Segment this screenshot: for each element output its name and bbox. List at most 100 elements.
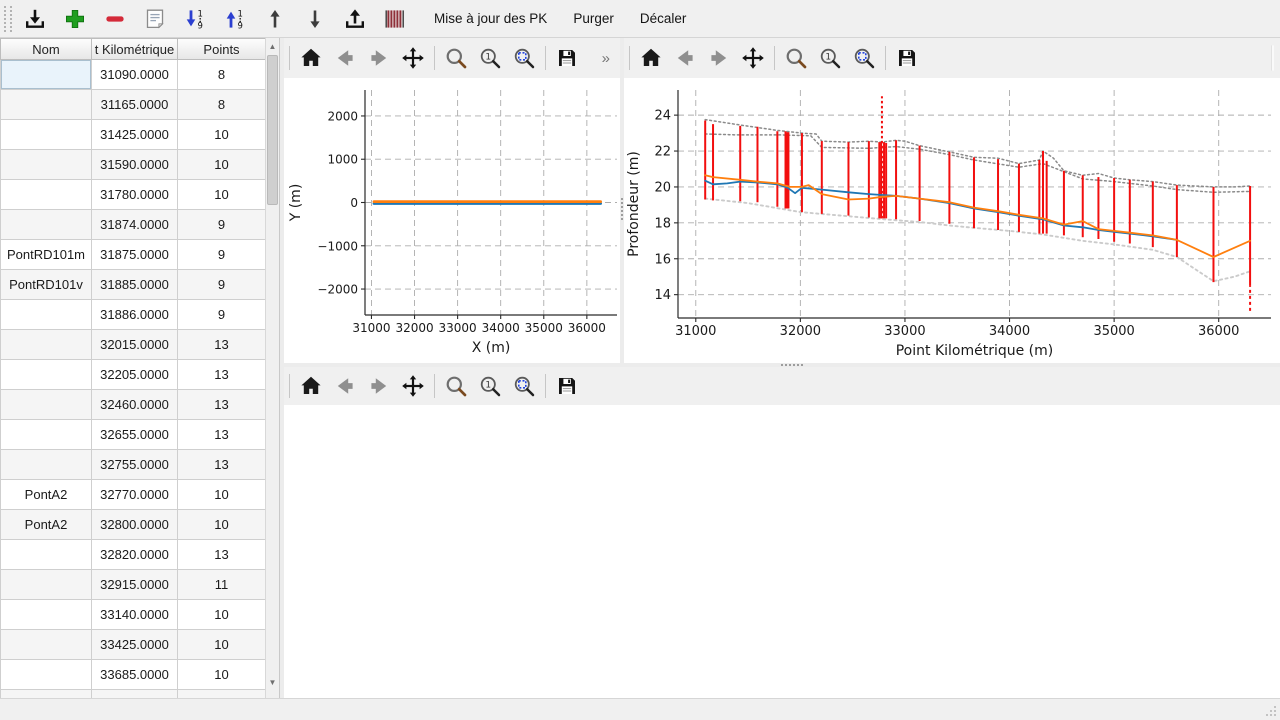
table-cell[interactable]: PontRD101v xyxy=(0,270,92,300)
column-header-nom[interactable]: Nom xyxy=(0,38,92,60)
table-cell[interactable]: 33140.0000 xyxy=(92,600,178,630)
save-button[interactable] xyxy=(891,42,923,74)
save-button[interactable] xyxy=(551,370,583,402)
pan-button[interactable] xyxy=(397,370,429,402)
remove-row-button[interactable] xyxy=(98,3,132,35)
save-button[interactable] xyxy=(551,42,583,74)
sort-ascending-button[interactable]: 19 xyxy=(178,3,212,35)
table-cell[interactable]: 10 xyxy=(178,630,266,660)
table-cell[interactable] xyxy=(0,660,92,690)
table-cell[interactable] xyxy=(0,180,92,210)
add-row-button[interactable] xyxy=(58,3,92,35)
table-cell[interactable]: 13 xyxy=(178,540,266,570)
table-cell[interactable]: 9 xyxy=(178,240,266,270)
table-cell[interactable]: 13 xyxy=(178,330,266,360)
table-cell[interactable]: 32770.0000 xyxy=(92,480,178,510)
table-cell[interactable]: 13 xyxy=(178,360,266,390)
table-cell[interactable]: 31780.0000 xyxy=(92,180,178,210)
update-pk-button[interactable]: Mise à jour des PK xyxy=(424,4,557,34)
table-cell[interactable] xyxy=(0,420,92,450)
table-cell[interactable]: 10 xyxy=(178,480,266,510)
forward-button[interactable] xyxy=(363,42,395,74)
table-cell[interactable]: 32915.0000 xyxy=(92,570,178,600)
table-cell[interactable]: 32015.0000 xyxy=(92,330,178,360)
zoom-region-button[interactable] xyxy=(848,42,880,74)
xy-plot-canvas[interactable]: 310003200033000340003500036000−2000−1000… xyxy=(284,78,620,363)
move-down-button[interactable] xyxy=(298,3,332,35)
column-header-point-kilometrique[interactable]: t Kilométrique xyxy=(92,38,178,60)
purge-button[interactable]: Purger xyxy=(563,4,624,34)
table-cell[interactable]: 33685.0000 xyxy=(92,660,178,690)
table-cell[interactable]: 31090.0000 xyxy=(92,60,178,90)
column-header-points[interactable]: Points xyxy=(178,38,266,60)
profiles-button[interactable] xyxy=(378,3,412,35)
table-cell[interactable]: 10 xyxy=(178,180,266,210)
table-scrollbar[interactable]: ▲ ▼ xyxy=(265,38,279,698)
forward-button[interactable] xyxy=(703,42,735,74)
table-cell[interactable] xyxy=(0,540,92,570)
shift-button[interactable]: Décaler xyxy=(630,4,697,34)
back-button[interactable] xyxy=(329,370,361,402)
zoom-button[interactable] xyxy=(440,42,472,74)
table-cell[interactable]: 31165.0000 xyxy=(92,90,178,120)
table-cell[interactable]: 13 xyxy=(178,390,266,420)
table-cell[interactable]: 32820.0000 xyxy=(92,540,178,570)
table-cell[interactable]: 31875.0000 xyxy=(92,240,178,270)
zoom-button[interactable] xyxy=(780,42,812,74)
table-cell[interactable]: 13 xyxy=(178,420,266,450)
sort-descending-button[interactable]: 19 xyxy=(218,3,252,35)
table-cell[interactable]: 11 xyxy=(178,570,266,600)
pan-button[interactable] xyxy=(737,42,769,74)
table-cell[interactable]: 32755.0000 xyxy=(92,450,178,480)
table-cell[interactable]: 32460.0000 xyxy=(92,390,178,420)
toolbar-grip[interactable] xyxy=(4,6,12,32)
table-cell[interactable]: 9 xyxy=(178,270,266,300)
export-button[interactable] xyxy=(338,3,372,35)
home-button[interactable] xyxy=(635,42,667,74)
table-cell[interactable] xyxy=(0,90,92,120)
table-cell[interactable]: 9 xyxy=(178,210,266,240)
table-cell[interactable]: 10 xyxy=(178,660,266,690)
table-cell[interactable] xyxy=(0,570,92,600)
home-button[interactable] xyxy=(295,42,327,74)
back-button[interactable] xyxy=(669,42,701,74)
table-cell[interactable] xyxy=(0,120,92,150)
table-cell[interactable]: 32655.0000 xyxy=(92,420,178,450)
table-cell[interactable]: 8 xyxy=(178,90,266,120)
zoom-button[interactable] xyxy=(440,370,472,402)
bottom-plot-canvas[interactable] xyxy=(284,405,1280,698)
table-cell[interactable]: 33425.0000 xyxy=(92,630,178,660)
table-cell[interactable]: 31874.0000 xyxy=(92,210,178,240)
table-cell[interactable] xyxy=(0,300,92,330)
scroll-down-icon[interactable]: ▼ xyxy=(266,674,279,690)
table-cell[interactable]: 31886.0000 xyxy=(92,300,178,330)
table-cell[interactable]: 10 xyxy=(178,120,266,150)
table-cell[interactable]: 8 xyxy=(178,60,266,90)
table-cell[interactable]: 10 xyxy=(178,510,266,540)
table-cell[interactable]: 31425.0000 xyxy=(92,120,178,150)
table-cell[interactable]: PontRD101m xyxy=(0,240,92,270)
table-cell[interactable]: 32800.0000 xyxy=(92,510,178,540)
table-cell[interactable]: 9 xyxy=(178,300,266,330)
table-cell[interactable] xyxy=(0,600,92,630)
scrollbar-thumb[interactable] xyxy=(267,55,278,205)
table-cell[interactable] xyxy=(92,690,178,698)
table-cell[interactable]: 31590.0000 xyxy=(92,150,178,180)
profondeur-plot-canvas[interactable]: 3100032000330003400035000360001416182022… xyxy=(624,78,1280,363)
table-cell[interactable]: 32205.0000 xyxy=(92,360,178,390)
zoom-region-button[interactable] xyxy=(508,42,540,74)
table-cell[interactable] xyxy=(0,210,92,240)
table-cell[interactable] xyxy=(0,690,92,698)
table-cell[interactable] xyxy=(178,690,266,698)
table-cell[interactable] xyxy=(0,330,92,360)
back-button[interactable] xyxy=(329,42,361,74)
table-cell[interactable] xyxy=(0,360,92,390)
table-cell[interactable]: 10 xyxy=(178,600,266,630)
toolbar-overflow-chevron[interactable]: » xyxy=(594,50,618,67)
table-cell[interactable] xyxy=(0,150,92,180)
import-button[interactable] xyxy=(18,3,52,35)
zoom-one-button[interactable]: 1 xyxy=(814,42,846,74)
pan-button[interactable] xyxy=(397,42,429,74)
table-cell[interactable] xyxy=(0,450,92,480)
table-cell[interactable]: PontA2 xyxy=(0,480,92,510)
